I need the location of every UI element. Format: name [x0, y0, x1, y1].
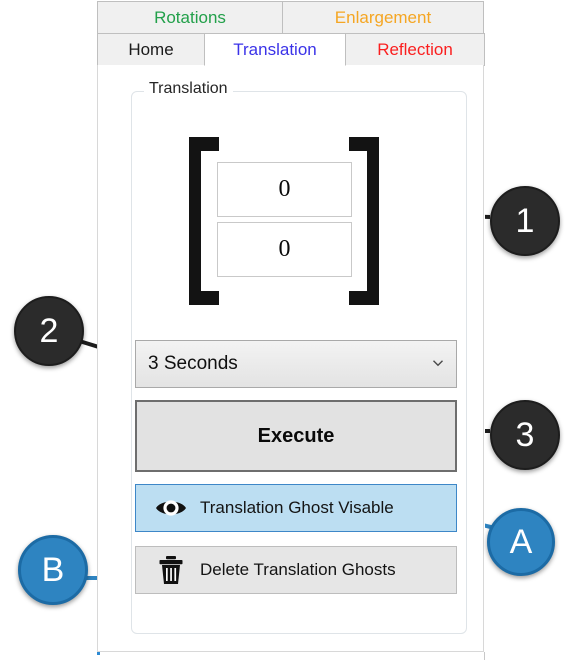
duration-dropdown-value: 3 Seconds: [148, 353, 238, 374]
translation-tool-panel: Rotations Enlargement Home Translation R…: [97, 0, 485, 652]
tab-content-translation: Translation 3 Seconds: [97, 65, 484, 652]
matrix-left-bracket: [189, 137, 219, 305]
tab-reflection[interactable]: Reflection: [345, 33, 485, 66]
translation-group-box: Translation 3 Seconds: [131, 81, 467, 634]
tab-translation[interactable]: Translation: [204, 33, 346, 66]
translation-x-input[interactable]: [217, 162, 352, 217]
translation-group-label: Translation: [144, 81, 233, 97]
trash-icon: [159, 556, 183, 584]
tab-strip: Rotations Enlargement Home Translation R…: [97, 0, 485, 68]
chevron-down-icon: [433, 360, 443, 367]
tab-row-top: Rotations Enlargement: [97, 1, 485, 34]
tab-home[interactable]: Home: [97, 33, 205, 66]
duration-dropdown[interactable]: 3 Seconds: [135, 340, 457, 388]
translation-ghost-visible-button[interactable]: Translation Ghost Visable: [135, 484, 457, 532]
eye-icon: [156, 500, 186, 516]
callout-badge-a: A: [487, 508, 555, 576]
tab-rotations[interactable]: Rotations: [97, 1, 283, 34]
tab-enlargement[interactable]: Enlargement: [282, 1, 484, 34]
translation-ghost-visible-label: Translation Ghost Visable: [200, 498, 394, 517]
translation-y-input[interactable]: [217, 222, 352, 277]
callout-badge-3: 3: [490, 400, 560, 470]
callout-badge-b: B: [18, 535, 88, 605]
translation-vector-matrix: [189, 137, 379, 305]
delete-translation-ghosts-label: Delete Translation Ghosts: [200, 560, 396, 579]
matrix-right-bracket: [349, 137, 379, 305]
delete-translation-ghosts-button[interactable]: Delete Translation Ghosts: [135, 546, 457, 594]
tab-row-bottom: Home Translation Reflection: [97, 33, 485, 66]
callout-badge-2: 2: [14, 296, 84, 366]
execute-button[interactable]: Execute: [135, 400, 457, 472]
callout-badge-1: 1: [490, 186, 560, 256]
